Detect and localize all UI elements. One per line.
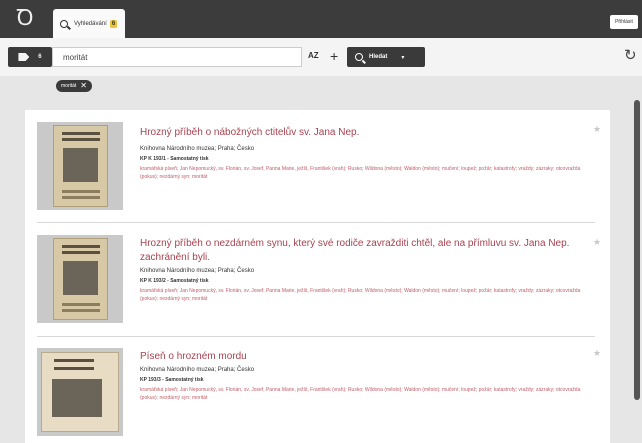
star-icon[interactable]: ★ — [593, 124, 603, 134]
search-button-label: Hledat — [369, 54, 388, 60]
star-icon[interactable]: ★ — [593, 237, 603, 247]
result-title[interactable]: Hrozný příběh o nezdárném synu, který sv… — [140, 237, 570, 265]
search-input[interactable] — [52, 47, 302, 67]
result-library: Knihovna Národního muzea; Praha; Česko — [140, 268, 255, 274]
result-shelfmark: KP K 193/2 - Samostatný tisk — [140, 278, 209, 284]
list-item: Hrozný příběh o nábožných ctitelův sv. J… — [37, 122, 601, 222]
divider — [37, 222, 595, 223]
tag-filter-button[interactable]: 6 — [8, 47, 52, 67]
results-list: Hrozný příběh o nábožných ctitelův sv. J… — [25, 110, 610, 443]
tab-count-badge: 6 — [109, 19, 118, 28]
result-thumbnail[interactable] — [37, 235, 123, 323]
result-library: Knihovna Národního muzea; Praha; Česko — [140, 146, 255, 152]
result-title[interactable]: Píseň o hrozném mordu — [140, 350, 570, 364]
active-filters: moritát ✕ — [0, 76, 642, 96]
list-item: Hrozný příběh o nezdárném synu, který sv… — [37, 235, 601, 335]
result-shelfmark: KP K 193/1 - Samostatný tisk — [140, 156, 209, 162]
tab-search[interactable]: Vyhledávání 6 — [53, 9, 125, 38]
tag-icon — [18, 53, 30, 61]
result-shelfmark: KP 193/3 - Samostatný tisk — [140, 377, 204, 383]
divider — [37, 336, 595, 337]
top-bar: Ꝺ Vyhledávání 6 Přihlásit — [0, 0, 642, 38]
reload-icon[interactable]: ↻ — [624, 47, 637, 65]
chevron-down-icon[interactable]: ▾ — [401, 54, 404, 61]
result-thumbnail[interactable] — [37, 122, 123, 210]
result-library: Knihovna Národního muzea; Praha; Česko — [140, 367, 255, 373]
close-icon[interactable]: ✕ — [80, 81, 87, 91]
result-tags: kramářská píseň; Jan Nepomucký, sv. Flor… — [140, 288, 581, 302]
add-filter-button[interactable]: + — [330, 47, 338, 65]
result-title[interactable]: Hrozný příběh o nábožných ctitelův sv. J… — [140, 126, 570, 140]
app-logo[interactable]: Ꝺ — [12, 6, 38, 32]
result-tags: kramářská píseň; Jan Nepomucký, sv. Flor… — [140, 387, 581, 401]
search-icon — [355, 53, 363, 61]
search-toolbar: 6 AZ + Hledat ▾ ↻ — [0, 38, 642, 76]
search-button[interactable]: Hledat ▾ — [347, 47, 425, 67]
login-button[interactable]: Přihlásit — [610, 15, 638, 29]
search-icon — [60, 19, 68, 28]
list-item: Píseň o hrozném mordu Knihovna Národního… — [37, 348, 601, 443]
filter-chip[interactable]: moritát ✕ — [56, 80, 92, 92]
filter-chip-label: moritát — [61, 83, 77, 89]
tab-search-label: Vyhledávání — [74, 20, 107, 27]
scrollbar-thumb[interactable] — [634, 100, 640, 400]
star-icon[interactable]: ★ — [593, 348, 603, 358]
result-thumbnail[interactable] — [37, 348, 123, 436]
result-tags: kramářská píseň; Jan Nepomucký, sv. Flor… — [140, 166, 581, 180]
sort-az-button[interactable]: AZ — [308, 51, 319, 60]
tag-count: 6 — [38, 54, 42, 60]
